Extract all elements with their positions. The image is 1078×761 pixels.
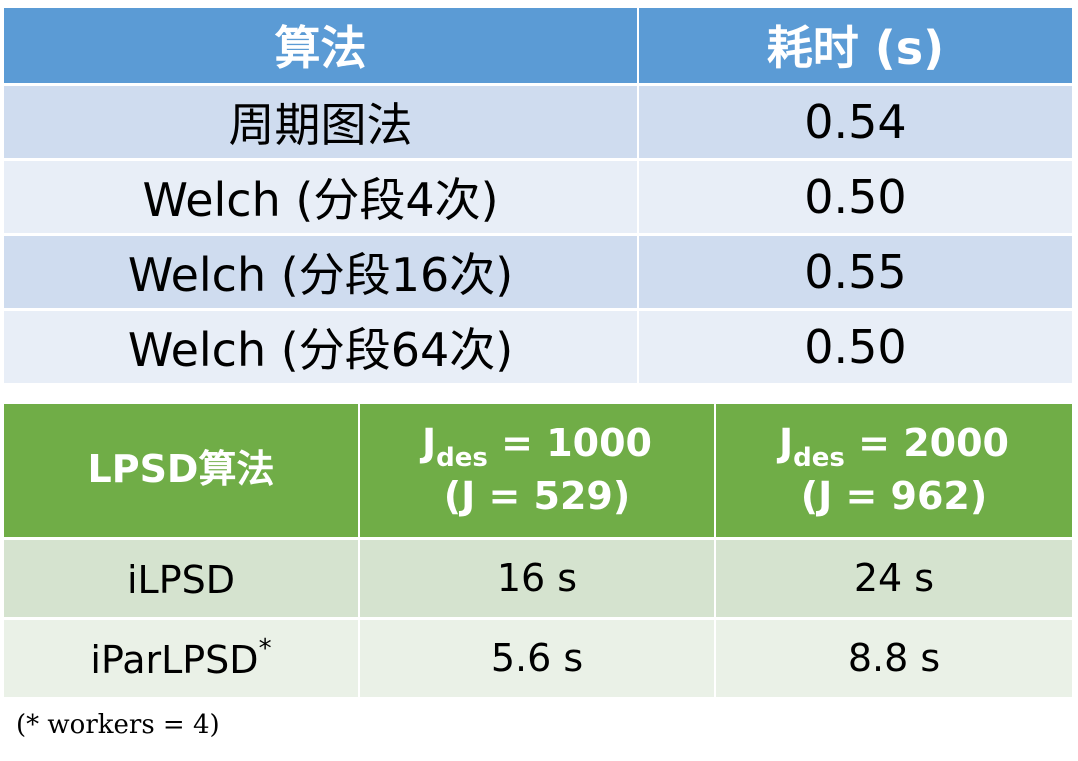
jdes-value: = 1000: [487, 420, 652, 465]
time-value: 0.55: [638, 234, 1072, 311]
jdes-value: = 2000: [844, 420, 1009, 465]
time-jdes-2000: 24 s: [715, 538, 1072, 620]
table-row: 周期图法 0.54: [4, 84, 1072, 161]
footnote: (* workers = 4): [16, 710, 220, 740]
header-jdes-1000: Jdes = 1000 (J = 529): [359, 404, 716, 540]
header-jdes-2000: Jdes = 2000 (J = 962): [715, 404, 1072, 540]
table-row: Welch (分段4次) 0.50: [4, 159, 1072, 236]
time-jdes-1000: 16 s: [359, 538, 716, 620]
footnote-mark: *: [258, 634, 272, 664]
header-lpsd-algorithm: LPSD算法: [4, 404, 360, 540]
time-jdes-2000: 8.8 s: [715, 618, 1072, 700]
lpsd-timing-table: LPSD算法 Jdes = 1000 (J = 529) Jdes = 2000…: [4, 404, 1072, 700]
j-value: (J = 529): [443, 474, 631, 519]
lpsd-algorithm-name: iParLPSD*: [4, 618, 360, 700]
time-value: 0.50: [638, 159, 1072, 236]
algorithm-label: iParLPSD: [90, 638, 259, 682]
table-row: Welch (分段16次) 0.55: [4, 234, 1072, 311]
table-row: iLPSD 16 s 24 s: [4, 538, 1072, 620]
table-row: Welch (分段64次) 0.50: [4, 309, 1072, 386]
j-value: (J = 962): [800, 474, 988, 519]
table-row: iParLPSD* 5.6 s 8.8 s: [4, 618, 1072, 700]
j-symbol: J: [779, 420, 794, 465]
time-value: 0.50: [638, 309, 1072, 386]
algorithm-name: Welch (分段16次): [4, 234, 639, 311]
algorithm-name: Welch (分段4次): [4, 159, 639, 236]
algorithm-timing-table: 算法 耗时 (s) 周期图法 0.54 Welch (分段4次) 0.50 We…: [4, 8, 1072, 386]
algorithm-name: 周期图法: [4, 84, 639, 161]
j-symbol: J: [422, 420, 437, 465]
time-value: 0.54: [638, 84, 1072, 161]
des-subscript: des: [436, 442, 488, 473]
header-time: 耗时 (s): [638, 8, 1072, 86]
algorithm-name: Welch (分段64次): [4, 309, 639, 386]
algorithm-label: iLPSD: [126, 558, 236, 602]
table-header-row: 算法 耗时 (s): [4, 8, 1072, 86]
table-header-row: LPSD算法 Jdes = 1000 (J = 529) Jdes = 2000…: [4, 404, 1072, 540]
lpsd-algorithm-name: iLPSD: [4, 538, 360, 620]
des-subscript: des: [793, 442, 845, 473]
header-algorithm: 算法: [4, 8, 639, 86]
time-jdes-1000: 5.6 s: [359, 618, 716, 700]
